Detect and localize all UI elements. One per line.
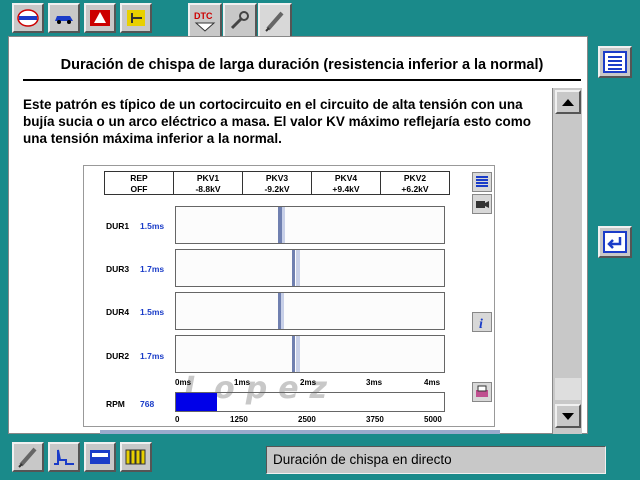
- trace-dur3: [175, 249, 445, 287]
- header-bottom: -8.8kV: [195, 184, 221, 194]
- list-icon: [603, 51, 627, 73]
- menu-list-button[interactable]: [598, 46, 632, 78]
- vehicle-button[interactable]: [48, 3, 80, 33]
- tab-dtc[interactable]: DTC: [188, 3, 222, 36]
- trace-dur1: [175, 206, 445, 244]
- spark-line: [282, 207, 285, 243]
- scope-info-button[interactable]: i: [472, 312, 492, 332]
- trace-value: 1.5ms: [140, 221, 165, 231]
- header-cell: REP OFF: [105, 172, 174, 194]
- tab-tools[interactable]: [223, 3, 257, 36]
- header-bottom: +6.2kV: [401, 184, 429, 194]
- vertical-scrollbar[interactable]: [552, 88, 582, 434]
- scroll-up-button[interactable]: [555, 90, 581, 114]
- header-top: PKV3: [265, 173, 289, 183]
- spark-plug-icon: [18, 447, 37, 468]
- print-icon: [476, 385, 488, 397]
- rpm-tick: 0: [175, 415, 180, 424]
- header-cell: PKV4 +9.4kV: [312, 172, 381, 194]
- scope-list-button[interactable]: [472, 172, 492, 192]
- status-bar: Duración de chispa en directo: [266, 446, 606, 474]
- list-icon: [476, 176, 488, 187]
- cylinders-icon: [125, 449, 146, 465]
- header-top: PKV4: [334, 173, 358, 183]
- time-tick: 4ms: [424, 378, 441, 387]
- module-button[interactable]: [84, 442, 116, 472]
- cylinders-button[interactable]: [120, 442, 152, 472]
- module-icon: [90, 450, 110, 464]
- trace-value: 1.7ms: [140, 351, 165, 361]
- nissan-logo-icon: [17, 9, 39, 27]
- arrow-up-icon: [562, 99, 574, 106]
- rpm-value: 768: [140, 399, 155, 409]
- nissan-logo-button[interactable]: [12, 3, 44, 33]
- header-cell: PKV1 -8.8kV: [174, 172, 243, 194]
- spark-line: [292, 336, 295, 372]
- back-button[interactable]: [598, 226, 632, 258]
- svg-text:i: i: [479, 317, 483, 330]
- trace-dur2: [175, 335, 445, 373]
- header-cell: PKV3 -9.2kV: [243, 172, 312, 194]
- time-tick: 1ms: [234, 378, 251, 387]
- pin-icon: [127, 10, 145, 26]
- page-title: Duración de chispa de larga duración (re…: [23, 51, 581, 81]
- header-bottom: +9.4kV: [332, 184, 360, 194]
- pin-button[interactable]: [120, 3, 152, 33]
- waveform-button[interactable]: [48, 442, 80, 472]
- arrow-down-icon: [562, 413, 574, 420]
- rpm-tick: 2500: [298, 415, 316, 424]
- rpm-bar: [175, 392, 445, 412]
- scope-record-button[interactable]: [472, 194, 492, 214]
- top-toolbar: DTC: [0, 0, 640, 37]
- tab-ignition[interactable]: [258, 3, 292, 37]
- car-icon: [55, 16, 73, 24]
- header-top: REP: [130, 173, 148, 183]
- page-description: Este patrón es típico de un cortocircuit…: [23, 97, 531, 146]
- trace-label: DUR1: [106, 221, 130, 231]
- time-tick: 3ms: [366, 378, 383, 387]
- trace-value: 1.7ms: [140, 264, 165, 274]
- scroll-down-button[interactable]: [555, 404, 581, 428]
- trace-label: DUR2: [106, 351, 130, 361]
- spark-plug-icon: [265, 11, 284, 32]
- time-tick: 0ms: [175, 378, 192, 387]
- info-icon: i: [479, 317, 483, 330]
- fault-icon: [90, 10, 110, 26]
- header-bottom: -9.2kV: [264, 184, 290, 194]
- rpm-tick: 1250: [230, 415, 248, 424]
- dtc-tab-label: DTC: [194, 11, 213, 21]
- dtc-icon: DTC: [194, 11, 216, 32]
- trace-value: 1.5ms: [140, 307, 165, 317]
- rpm-tick: 5000: [424, 415, 442, 424]
- waveform-icon: [54, 449, 74, 465]
- scroll-thumb[interactable]: [555, 378, 581, 400]
- main-panel: Duración de chispa de larga duración (re…: [8, 36, 588, 434]
- ignition-button[interactable]: [12, 442, 44, 472]
- header-top: PKV2: [403, 173, 427, 183]
- scope-print-button[interactable]: [472, 382, 492, 402]
- rpm-tick: 3750: [366, 415, 384, 424]
- spark-line: [281, 293, 284, 329]
- camera-icon: [476, 201, 489, 208]
- rpm-bar-fill: [176, 393, 218, 411]
- progress-line: [100, 430, 500, 434]
- header-bottom: OFF: [130, 184, 148, 194]
- fault-button[interactable]: [84, 3, 116, 33]
- header-top: PKV1: [196, 173, 220, 183]
- trace-dur4: [175, 292, 445, 330]
- rpm-label: RPM: [106, 399, 125, 409]
- spark-line: [296, 250, 300, 286]
- trace-label: DUR4: [106, 307, 130, 317]
- spark-line: [296, 336, 300, 372]
- header-cell: PKV2 +6.2kV: [381, 172, 449, 194]
- wrench-icon: [230, 10, 249, 29]
- spark-line: [292, 250, 295, 286]
- ignition-scope-display: REP OFF PKV1 -8.8kV PKV3 -9.2kV PKV4 +9.4kV …: [83, 165, 495, 427]
- kv-header: REP OFF PKV1 -8.8kV PKV3 -9.2kV PKV4 +9.4kV …: [104, 171, 450, 195]
- return-arrow-icon: [603, 231, 627, 253]
- trace-label: DUR3: [106, 264, 130, 274]
- time-tick: 2ms: [300, 378, 317, 387]
